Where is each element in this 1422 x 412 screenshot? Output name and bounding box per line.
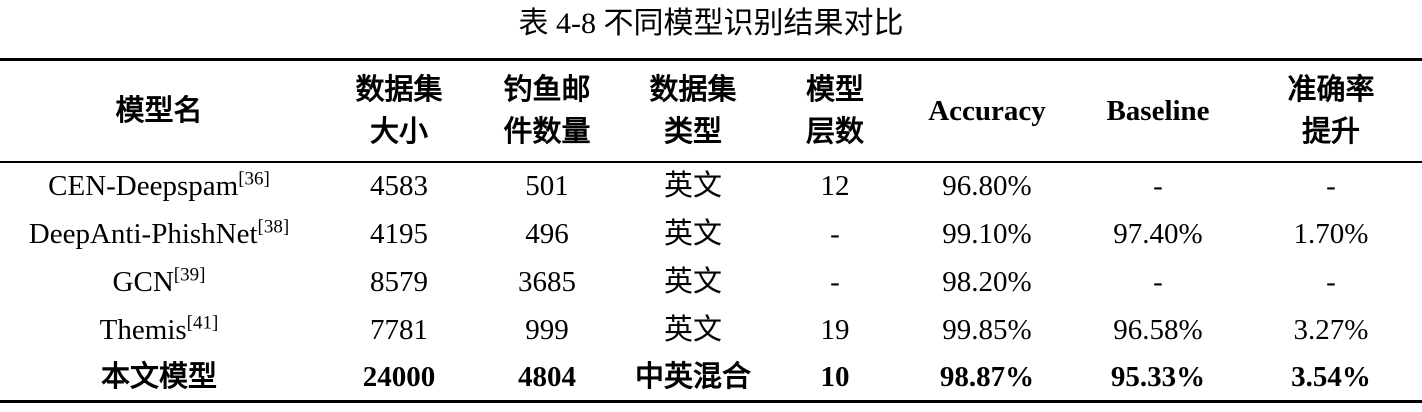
cell-layers: 19 xyxy=(820,313,850,346)
cell-accuracy: 99.85% xyxy=(942,313,1032,346)
cell-baseline: 96.58% xyxy=(1113,313,1203,346)
citation-ref: [41] xyxy=(186,311,219,333)
table-row: GCN[39] 8579 3685 英文 - 98.20% - - xyxy=(0,258,1422,306)
cell-dataset-size: 8579 xyxy=(370,265,428,298)
cell-accuracy: 98.20% xyxy=(942,265,1032,298)
cell-accuracy: 98.87% xyxy=(898,353,1076,403)
table-caption: 表 4-8 不同模型识别结果对比 xyxy=(518,7,904,40)
cell-improvement: - xyxy=(1326,265,1336,298)
citation-ref: [36] xyxy=(238,168,270,190)
cell-phishing-count: 501 xyxy=(525,170,569,202)
cell-dataset-size: 4583 xyxy=(370,170,428,202)
header-row: 模型名 数据集 大小 钓鱼邮 件数量 数据集 类型 模型 层数 Accuracy… xyxy=(0,58,1422,163)
cell-improvement: - xyxy=(1326,170,1336,202)
cell-phishing-count: 4804 xyxy=(480,353,614,403)
cell-dataset-type: 英文 xyxy=(663,170,722,202)
cell-dataset-size: 7781 xyxy=(370,313,428,346)
cell-model: CEN-Deepspam[36] xyxy=(48,168,270,202)
cell-improvement: 3.54% xyxy=(1240,353,1422,403)
cell-layers: 12 xyxy=(820,170,850,202)
cell-model: GCN[39] xyxy=(112,263,206,298)
cell-improvement: 1.70% xyxy=(1293,217,1369,250)
cell-model: Themis[41] xyxy=(99,311,219,346)
table-row-highlight: 本文模型 24000 4804 中英混合 10 98.87% 95.33% 3.… xyxy=(0,353,1422,403)
cell-phishing-count: 999 xyxy=(525,313,569,346)
cell-model: DeepAnti-PhishNet[38] xyxy=(28,215,290,250)
cell-improvement: 3.27% xyxy=(1293,313,1369,346)
citation-ref: [38] xyxy=(257,215,290,237)
table-row: DeepAnti-PhishNet[38] 4195 496 英文 - 99.1… xyxy=(0,210,1422,258)
header-phishing-count: 钓鱼邮 件数量 xyxy=(480,58,614,163)
header-model-name: 模型名 xyxy=(0,58,318,163)
header-model-layers: 模型 层数 xyxy=(772,58,898,163)
cell-layers: 10 xyxy=(772,353,898,403)
cell-baseline: 97.40% xyxy=(1113,217,1203,250)
citation-ref: [39] xyxy=(173,263,206,285)
cell-baseline: - xyxy=(1153,265,1163,298)
cell-dataset-type: 中英混合 xyxy=(614,353,772,403)
cell-dataset-type: 英文 xyxy=(663,217,722,250)
header-improvement: 准确率 提升 xyxy=(1240,58,1422,163)
cell-model: 本文模型 xyxy=(0,353,318,403)
cell-accuracy: 96.80% xyxy=(942,170,1032,202)
cell-phishing-count: 496 xyxy=(525,217,569,250)
header-accuracy: Accuracy xyxy=(898,58,1076,163)
cell-dataset-size: 4195 xyxy=(370,217,428,250)
header-dataset-size: 数据集 大小 xyxy=(318,58,480,163)
header-baseline: Baseline xyxy=(1076,58,1240,163)
comparison-table: 模型名 数据集 大小 钓鱼邮 件数量 数据集 类型 模型 层数 Accuracy… xyxy=(0,58,1422,403)
cell-baseline: 95.33% xyxy=(1076,353,1240,403)
table-row: Themis[41] 7781 999 英文 19 99.85% 96.58% … xyxy=(0,306,1422,354)
table-row: CEN-Deepspam[36] 4583 501 英文 12 96.80% -… xyxy=(0,162,1422,210)
cell-dataset-type: 英文 xyxy=(663,265,722,298)
cell-phishing-count: 3685 xyxy=(518,265,576,298)
header-dataset-type: 数据集 类型 xyxy=(614,58,772,163)
cell-baseline: - xyxy=(1153,170,1163,202)
cell-dataset-type: 英文 xyxy=(663,313,722,346)
cell-layers: - xyxy=(830,217,840,250)
cell-accuracy: 99.10% xyxy=(942,217,1032,250)
cell-dataset-size: 24000 xyxy=(318,353,480,403)
cell-layers: - xyxy=(830,265,840,298)
document-page: 表 4-8 不同模型识别结果对比 模型名 数据集 大小 钓鱼邮 件数量 数据集 … xyxy=(0,0,1422,412)
